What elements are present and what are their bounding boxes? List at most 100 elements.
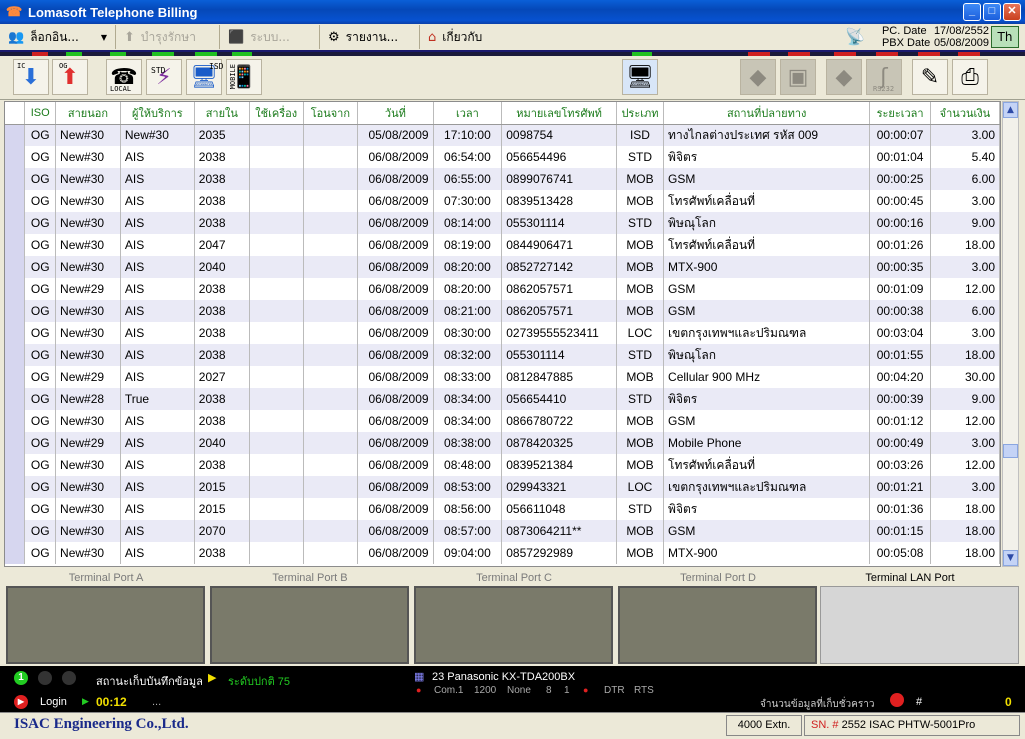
- table-cell: 06/08/2009: [357, 388, 434, 410]
- row-selector[interactable]: [5, 388, 26, 410]
- network-button[interactable]: ▣: [780, 59, 816, 95]
- column-header[interactable]: ผู้ให้บริการ: [120, 102, 195, 125]
- table-cell: 00:03:04: [869, 322, 931, 344]
- table-row[interactable]: OG New#30 AIS 2038 06/08/2009 08:21:00 0862057…: [5, 300, 1000, 322]
- row-selector[interactable]: [5, 454, 26, 476]
- table-row[interactable]: OG New#30 AIS 2015 06/08/2009 08:56:00 0566110…: [5, 498, 1000, 520]
- minimize-button[interactable]: _: [963, 3, 981, 21]
- table-cell: 0857292989: [501, 542, 617, 564]
- table-row[interactable]: OG New#30 AIS 2038 06/08/2009 06:54:00 0566544…: [5, 146, 1000, 168]
- table-cell: MOB: [616, 168, 665, 190]
- row-selector[interactable]: [5, 124, 26, 146]
- table-cell: OG: [24, 234, 57, 256]
- rs232-button[interactable]: ʃ RS232: [866, 59, 902, 95]
- table-row[interactable]: OG New#30 AIS 2070 06/08/2009 08:57:00 0873064…: [5, 520, 1000, 542]
- scroll-down-icon[interactable]: ▼: [1003, 550, 1018, 566]
- column-header[interactable]: ใช้เครื่อง: [249, 102, 304, 125]
- row-selector[interactable]: [5, 520, 26, 542]
- lan-monitor-button[interactable]: 🖥: [622, 59, 658, 95]
- stop-button[interactable]: ◆: [740, 59, 776, 95]
- row-selector[interactable]: [5, 300, 26, 322]
- table-row[interactable]: OG New#30 AIS 2040 06/08/2009 08:20:00 0852727…: [5, 256, 1000, 278]
- outgoing-button[interactable]: OG ⬆: [52, 59, 88, 95]
- column-header[interactable]: จำนวนเงิน: [930, 102, 1000, 125]
- table-row[interactable]: OG New#30 AIS 2038 06/08/2009 08:14:00 0553011…: [5, 212, 1000, 234]
- local-button[interactable]: ☎ LOCAL: [106, 59, 142, 95]
- menu-report[interactable]: ⚙ รายงาน...: [320, 25, 420, 49]
- parity: None: [507, 685, 531, 696]
- table-cell: New#30: [55, 190, 121, 212]
- column-header[interactable]: วันที่: [357, 102, 434, 125]
- table-cell: 2038: [194, 322, 250, 344]
- print-button[interactable]: ⎙: [952, 59, 988, 95]
- table-row[interactable]: OG New#30 AIS 2038 06/08/2009 09:04:00 0857292…: [5, 542, 1000, 564]
- table-row[interactable]: OG New#30 AIS 2038 06/08/2009 07:30:00 0839513…: [5, 190, 1000, 212]
- vertical-scrollbar[interactable]: ▲ ▼: [1002, 101, 1019, 567]
- row-selector[interactable]: [5, 344, 26, 366]
- column-header[interactable]: โอนจาก: [303, 102, 359, 125]
- row-selector[interactable]: [5, 410, 26, 432]
- row-selector[interactable]: [5, 432, 26, 454]
- com-led-icon: ●: [416, 685, 422, 695]
- table-row[interactable]: OG New#30 AIS 2038 06/08/2009 08:32:00 0553011…: [5, 344, 1000, 366]
- scroll-thumb[interactable]: [1003, 444, 1018, 458]
- table-cell: 00:05:08: [869, 542, 931, 564]
- row-selector[interactable]: [5, 212, 26, 234]
- incoming-button[interactable]: IC ⬇: [13, 59, 49, 95]
- login-icon[interactable]: ▶: [14, 695, 28, 709]
- table-row[interactable]: OG New#30 AIS 2047 06/08/2009 08:19:00 0844906…: [5, 234, 1000, 256]
- company-name: ISAC Engineering Co.,Ltd.: [14, 716, 189, 732]
- isd-button[interactable]: ISD 🖥: [186, 59, 223, 95]
- row-selector[interactable]: [5, 256, 26, 278]
- table-row[interactable]: OG New#28 True 2038 06/08/2009 08:34:00 056654…: [5, 388, 1000, 410]
- row-selector[interactable]: [5, 146, 26, 168]
- table-cell: 2040: [194, 432, 250, 454]
- menu-about[interactable]: ⌂ เกี่ยวกับ: [420, 25, 510, 49]
- edit-button[interactable]: ✎: [912, 59, 948, 95]
- table-row[interactable]: OG New#29 AIS 2027 06/08/2009 08:33:00 0812847…: [5, 366, 1000, 388]
- table-row[interactable]: OG New#30 AIS 2015 06/08/2009 08:53:00 0299433…: [5, 476, 1000, 498]
- menu-system[interactable]: ⬛ ระบบ...: [220, 25, 320, 49]
- mobile-button[interactable]: MOBILE 📱: [226, 59, 262, 95]
- maximize-button[interactable]: □: [983, 3, 1001, 21]
- row-selector[interactable]: [5, 542, 26, 564]
- row-selector[interactable]: [5, 322, 26, 344]
- table-row[interactable]: OG New#30 AIS 2038 06/08/2009 08:34:00 0866780…: [5, 410, 1000, 432]
- column-header[interactable]: ระยะเวลา: [869, 102, 931, 125]
- column-header[interactable]: สถานที่ปลายทาง: [663, 102, 871, 125]
- table-cell: MOB: [616, 300, 665, 322]
- row-selector[interactable]: [5, 168, 26, 190]
- column-header[interactable]: สายใน: [194, 102, 250, 125]
- table-row[interactable]: OG New#30 AIS 2038 06/08/2009 08:30:00 0273955…: [5, 322, 1000, 344]
- row-selector[interactable]: [5, 190, 26, 212]
- menu-maintain[interactable]: ⬆ บำรุงรักษา: [116, 25, 220, 49]
- language-button[interactable]: Th: [991, 26, 1019, 48]
- table-row[interactable]: OG New#30 AIS 2038 06/08/2009 08:48:00 0839521…: [5, 454, 1000, 476]
- column-header[interactable]: หมายเลขโทรศัพท์: [501, 102, 617, 125]
- login-label[interactable]: Login: [40, 696, 67, 708]
- std-button[interactable]: STD ⚡: [146, 59, 182, 95]
- table-row[interactable]: OG New#29 AIS 2038 06/08/2009 08:20:00 0862057…: [5, 278, 1000, 300]
- scroll-up-icon[interactable]: ▲: [1003, 102, 1018, 118]
- table-cell: 06/08/2009: [357, 300, 434, 322]
- table-cell: 0844906471: [501, 234, 617, 256]
- column-header[interactable]: เวลา: [433, 102, 503, 125]
- table-cell: OG: [24, 344, 57, 366]
- close-button[interactable]: ✕: [1003, 3, 1021, 21]
- row-selector[interactable]: [5, 366, 26, 388]
- column-header[interactable]: ISO: [24, 102, 57, 125]
- menu-login[interactable]: 👥 ล็อกอิน... ▼: [0, 25, 116, 49]
- table-row[interactable]: OG New#29 AIS 2040 06/08/2009 08:38:00 0878420…: [5, 432, 1000, 454]
- table-row[interactable]: OG New#30 New#30 2035 05/08/2009 17:10:00 0098…: [5, 124, 1000, 146]
- row-selector[interactable]: [5, 498, 26, 520]
- column-header[interactable]: สายนอก: [55, 102, 121, 125]
- table-cell: 2038: [194, 300, 250, 322]
- column-header[interactable]: ประเภท: [616, 102, 665, 125]
- row-selector[interactable]: [5, 234, 26, 256]
- stop-button-2[interactable]: ◆: [826, 59, 862, 95]
- table-cell: [249, 388, 304, 410]
- call-records-grid[interactable]: ISO สายนอก ผู้ให้บริการ สายใน ใช้เครื่อง โอนจ…: [4, 101, 1001, 567]
- row-selector[interactable]: [5, 278, 26, 300]
- row-selector[interactable]: [5, 476, 26, 498]
- table-row[interactable]: OG New#30 AIS 2038 06/08/2009 06:55:00 0899076…: [5, 168, 1000, 190]
